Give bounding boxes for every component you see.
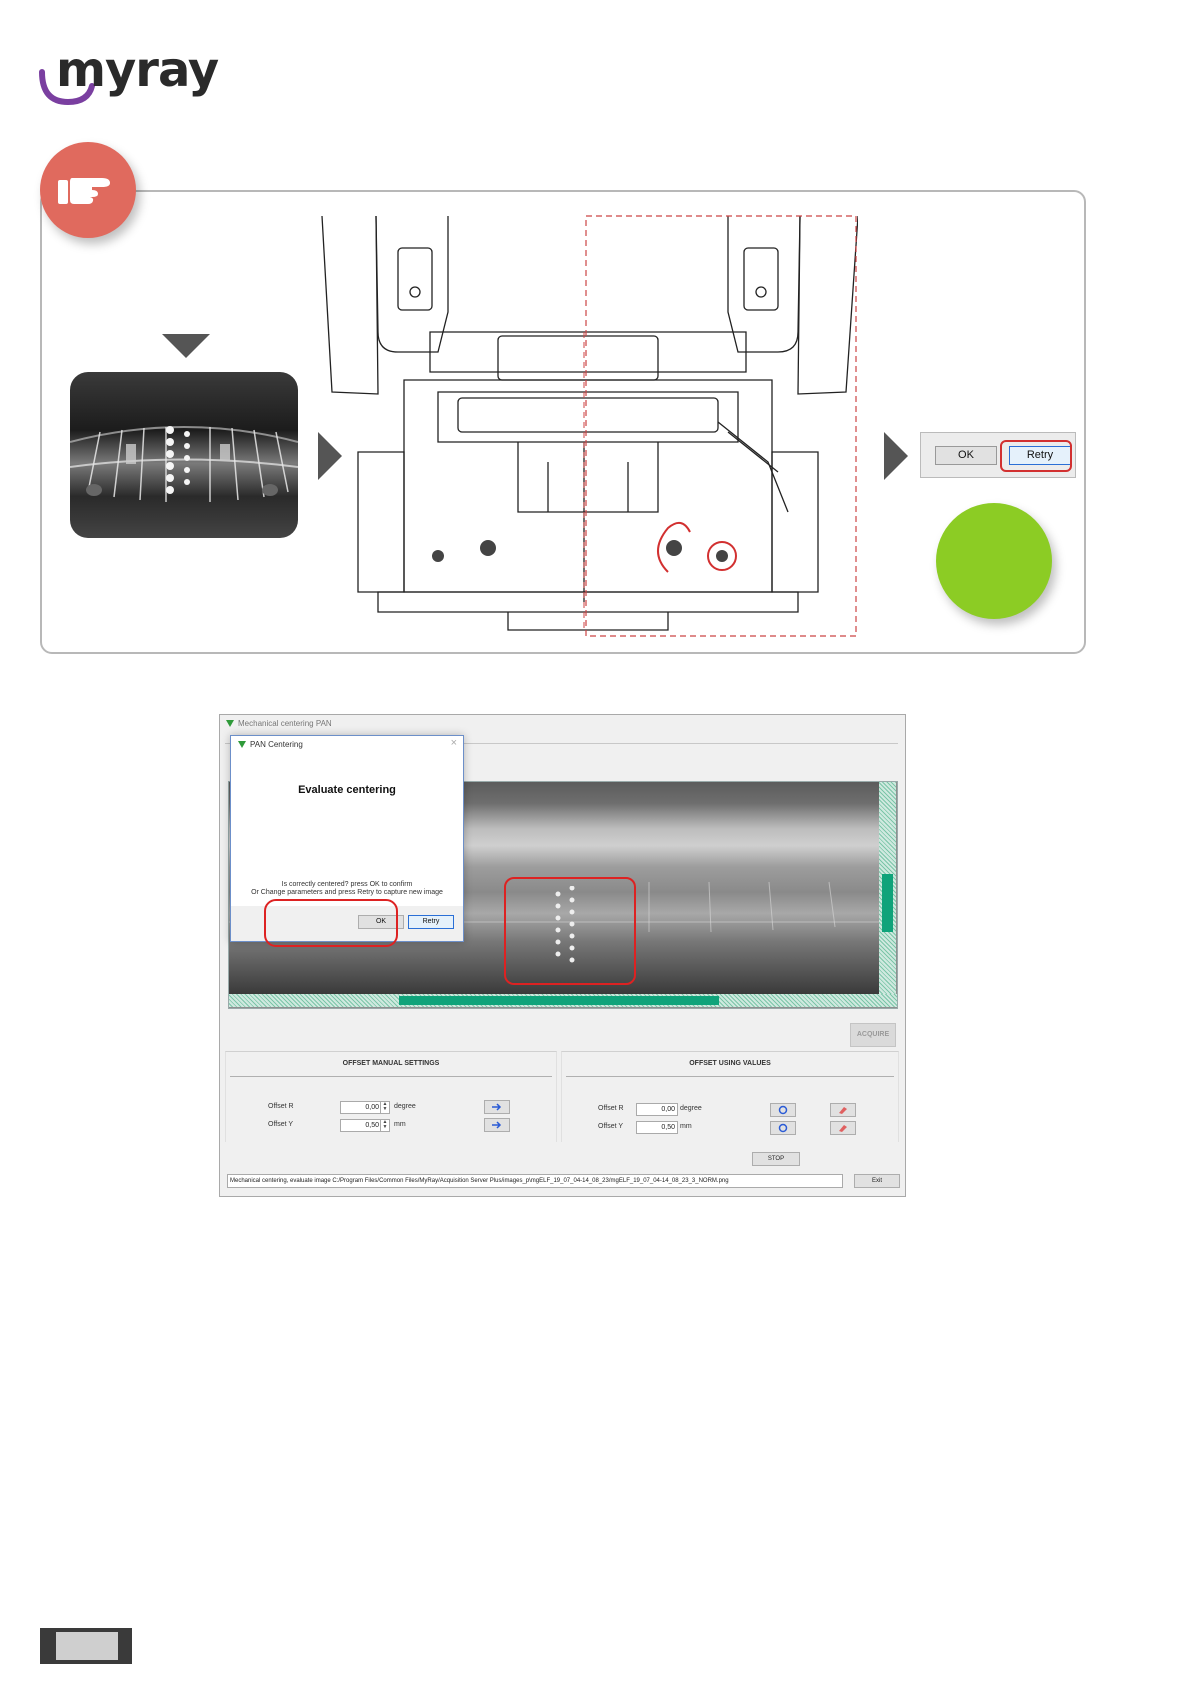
app-icon [226,720,234,727]
eraser-icon [839,1125,847,1132]
mechanical-centering-window: Mechanical centering PAN PAN Centering ×… [219,714,906,1197]
status-field: Mechanical centering, evaluate image C:/… [227,1174,843,1188]
spin-arrows-icon[interactable]: ▲ ▼ [380,1120,389,1131]
offset-y-unit: mm [680,1123,692,1130]
page-tab [40,1628,132,1664]
offset-y-label: Offset Y [598,1123,624,1130]
vertical-scroll-thumb[interactable] [882,874,893,932]
offset-r-spinbox[interactable]: 0,00 ▲ ▼ [340,1101,390,1114]
acquire-button[interactable]: ACQUIRE [850,1023,896,1047]
refresh-icon [778,1123,788,1133]
exit-button[interactable]: Exit [854,1174,900,1188]
offset-manual-settings-group: OFFSET MANUAL SETTINGS Offset R 0,00 ▲ ▼ … [225,1051,557,1142]
horizontal-scroll-thumb[interactable] [399,996,719,1005]
dialog-message-line-1: Is correctly centered? press OK to confi… [281,881,413,888]
dialog-heading: Evaluate centering [298,784,396,796]
retry-highlight-ring [1000,440,1072,472]
divider [230,1076,552,1077]
clear-offset-y-button[interactable] [830,1121,856,1135]
divider [566,1076,894,1077]
dialog-message-line-2: Or Change parameters and press Retry to … [251,889,443,896]
triangle-right-icon [884,432,908,480]
offset-r-label: Offset R [598,1105,624,1112]
logo-wordmark: myray [56,42,219,98]
offset-r-unit: degree [394,1103,416,1110]
success-indicator [936,503,1052,619]
myray-logo: myray [38,42,219,108]
arrow-right-icon [492,1121,502,1129]
offset-r-unit: degree [680,1105,702,1112]
triangle-down-icon [162,334,210,358]
apply-offset-y-button[interactable] [484,1118,510,1132]
refresh-offset-r-button[interactable] [770,1103,796,1117]
offset-y-spinbox[interactable]: 0,50 ▲ ▼ [340,1119,390,1132]
offset-r-label: Offset R [268,1103,294,1110]
device-drawing [321,215,858,637]
app-icon [238,741,246,748]
stop-button[interactable]: STOP [752,1152,800,1166]
clear-offset-r-button[interactable] [830,1103,856,1117]
window-title: Mechanical centering PAN [226,718,332,730]
arrow-right-icon [492,1103,502,1111]
eraser-icon [839,1107,847,1114]
close-icon[interactable]: × [451,737,457,749]
apply-offset-r-button[interactable] [484,1100,510,1114]
ok-highlight-ring [264,899,398,947]
dialog-title: PAN Centering [238,740,303,749]
retry-button[interactable]: Retry [408,915,454,929]
offset-y-unit: mm [394,1121,406,1128]
page-tab-inner [56,1632,118,1660]
offset-using-values-group: OFFSET USING VALUES Offset R 0,00 degree… [561,1051,899,1142]
xray-thumbnail [70,372,298,538]
group-title: OFFSET USING VALUES [689,1060,771,1067]
refresh-icon [778,1105,788,1115]
pointing-hand-icon [40,142,136,238]
group-title: OFFSET MANUAL SETTINGS [342,1060,440,1067]
offset-y-label: Offset Y [268,1121,294,1128]
snippet-ok-button[interactable]: OK [935,446,997,465]
spin-arrows-icon[interactable]: ▲ ▼ [380,1102,389,1113]
refresh-offset-y-button[interactable] [770,1121,796,1135]
offset-y-field[interactable]: 0,50 [636,1121,678,1134]
offset-r-field[interactable]: 0,00 [636,1103,678,1116]
centering-highlight-ring [504,877,636,985]
